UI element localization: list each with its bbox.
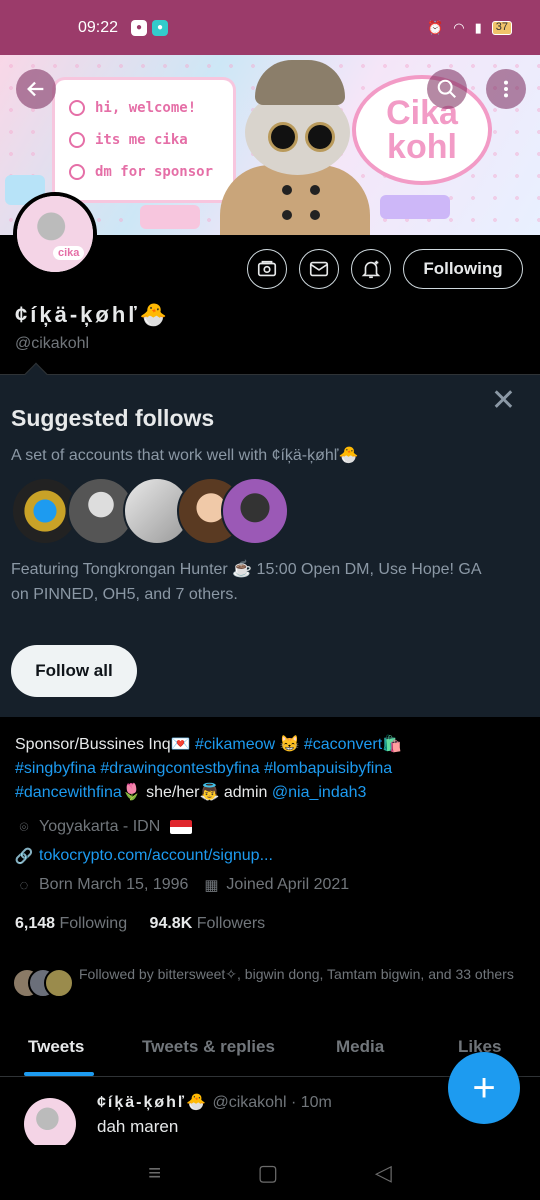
status-time: 09:22	[78, 18, 119, 36]
subscribe-button[interactable]	[247, 249, 287, 289]
alarm-icon: ⏰	[427, 19, 444, 35]
tweet-meta: @cikakohl · 10m	[208, 1094, 332, 1111]
following-label: Following	[59, 915, 128, 932]
tab-media[interactable]: Media	[336, 1037, 384, 1057]
hashtag-link[interactable]: #lombapuisibyfina	[264, 760, 392, 777]
profile-dates: ◌ Born March 15, 1996 ▦ Joined April 202…	[15, 876, 350, 894]
bio-text: Sponsor/Bussines Inq💌	[15, 736, 196, 753]
indonesia-flag-icon	[170, 820, 193, 834]
back-nav-icon[interactable]: ◁	[375, 1160, 392, 1186]
suggested-subtitle: A set of accounts that work well with ¢í…	[11, 447, 359, 464]
suggested-avatar[interactable]	[221, 477, 289, 545]
status-bar: 09:22 ● ● ⏰ ◠ ▮ 37	[0, 0, 540, 55]
profile-website: 🔗 tokocrypto.com/account/signup...	[15, 847, 273, 865]
search-button[interactable]	[427, 69, 467, 109]
follow-all-button[interactable]: Follow all	[11, 645, 137, 697]
more-vertical-icon	[503, 80, 509, 98]
profile-actions: Following	[247, 249, 523, 289]
suggested-featuring: Featuring Tongkrongan Hunter ☕ 15:00 Ope…	[11, 561, 481, 603]
banner-speech-bubble: Cika kohl	[352, 75, 492, 185]
cat-illustration	[220, 60, 370, 235]
following-count[interactable]: 6,148 Following	[15, 915, 127, 932]
compose-tweet-button[interactable]: +	[448, 1052, 520, 1124]
follow-counts: 6,148 Following 94.8K Followers	[15, 915, 265, 933]
location-icon: ⌾	[19, 818, 29, 836]
followers-label: Followers	[196, 915, 266, 932]
website-link[interactable]: tokocrypto.com/account/signup...	[39, 847, 273, 865]
mention-link[interactable]: @nia_indah3	[272, 784, 367, 801]
notify-button[interactable]	[351, 249, 391, 289]
signal-icon: ▮	[474, 19, 482, 35]
profile-avatar[interactable]: cika	[13, 192, 97, 276]
banner-line: dm for sponsor	[95, 164, 214, 180]
bio-text: 🛍️	[382, 736, 403, 753]
follower-avatar	[44, 968, 74, 998]
banner-card: hi, welcome! its me cika dm for sponsor	[55, 80, 233, 200]
home-nav-icon[interactable]: ▢	[258, 1160, 279, 1186]
birth-date: Born March 15, 1996	[39, 876, 189, 893]
hashtag-link[interactable]: #singbyfina	[15, 760, 96, 777]
tab-tweets[interactable]: Tweets	[28, 1037, 84, 1057]
profile-handle: @cikakohl	[15, 335, 90, 352]
bio-text: 🌷 she/her👼 admin	[121, 784, 272, 801]
tweet-text: dah maren	[97, 1117, 179, 1136]
suggested-title: Suggested follows	[11, 405, 215, 431]
hashtag-link[interactable]: #dancewithfina	[15, 784, 122, 801]
followed-by[interactable]: Followed by bittersweet✧, bigwin dong, T…	[12, 964, 522, 998]
profile-name: ¢íķä-ķøhľ🐣	[15, 302, 171, 327]
banner-line: hi, welcome!	[95, 100, 197, 116]
back-button[interactable]	[16, 69, 56, 109]
close-icon: ✕	[490, 384, 516, 417]
notification-bell-icon	[361, 260, 381, 279]
following-number: 6,148	[15, 915, 56, 932]
wifi-icon: ◠	[453, 19, 465, 35]
message-icon	[309, 261, 329, 277]
subscribe-icon	[257, 260, 277, 277]
banner-line: its me cika	[95, 132, 188, 148]
balloon-icon: ◌	[19, 876, 29, 894]
hashtag-link[interactable]: #cikameow	[195, 736, 275, 753]
profile-location: ⌾ Yogyakarta - IDN	[15, 818, 193, 836]
menu-nav-icon[interactable]: ≡	[148, 1160, 161, 1186]
close-suggestions-button[interactable]: ✕	[491, 386, 516, 416]
followed-by-text: Followed by bittersweet✧, bigwin dong, T…	[79, 966, 514, 982]
hashtag-link[interactable]: #drawingcontestbyfina	[100, 760, 259, 777]
calendar-icon: ▦	[204, 877, 219, 894]
location-text: Yogyakarta - IDN	[39, 818, 161, 835]
active-tab-indicator	[24, 1072, 94, 1076]
avatar-label: cika	[53, 246, 85, 260]
battery-icon: 37	[491, 20, 512, 35]
tweet-avatar[interactable]	[24, 1098, 76, 1150]
arrow-left-icon	[27, 81, 44, 97]
followers-number: 94.8K	[149, 915, 193, 932]
profile-bio: Sponsor/Bussines Inq💌 #cikameow 😸 #cacon…	[15, 733, 525, 805]
followers-count[interactable]: 94.8K Followers	[150, 915, 266, 932]
message-button[interactable]	[299, 249, 339, 289]
following-button[interactable]: Following	[403, 249, 523, 289]
link-icon: 🔗	[14, 848, 34, 865]
search-icon	[437, 79, 456, 98]
suggested-follows-panel: ✕ Suggested follows A set of accounts th…	[0, 362, 540, 717]
tweet-header: ¢íķä-ķøhľ🐣 @cikakohl · 10m	[97, 1092, 332, 1112]
tab-tweets-replies[interactable]: Tweets & replies	[142, 1037, 275, 1057]
chat-notification-icon: ●	[131, 19, 148, 36]
more-button[interactable]	[486, 69, 526, 109]
bio-text: 😸	[279, 736, 304, 753]
message-notification-icon: ●	[152, 19, 169, 36]
plus-icon: +	[472, 1065, 496, 1110]
system-navigation-bar: ≡ ▢ ◁	[0, 1145, 540, 1200]
tweet-author-name: ¢íķä-ķøhľ🐣	[97, 1094, 208, 1111]
suggested-avatars[interactable]	[11, 477, 311, 545]
hashtag-link[interactable]: #caconvert	[304, 736, 382, 753]
join-date: Joined April 2021	[226, 876, 350, 893]
